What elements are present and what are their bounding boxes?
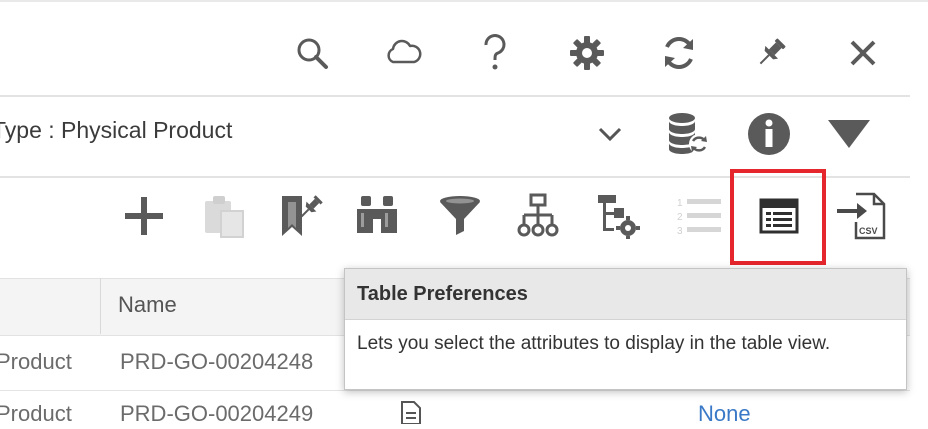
add-icon[interactable] (120, 190, 168, 242)
row-2-name[interactable]: PRD-GO-00204249 (120, 401, 313, 427)
export-csv-icon[interactable]: CSV (836, 190, 888, 242)
document-icon[interactable] (398, 400, 426, 425)
cloud-icon[interactable] (383, 33, 423, 73)
info-icon[interactable] (746, 111, 792, 157)
row-2-type: Product (0, 401, 72, 426)
column-divider[interactable] (100, 278, 101, 334)
row-divider (0, 390, 910, 391)
settings-gear-icon[interactable] (567, 33, 607, 73)
table-preferences-tooltip: Table Preferences Lets you select the at… (344, 268, 907, 390)
svg-text:1: 1 (677, 198, 683, 209)
table-preferences-highlight (730, 169, 826, 265)
close-icon[interactable] (843, 33, 883, 73)
row-2-none-link[interactable]: None (698, 401, 751, 427)
hierarchy-icon[interactable] (514, 190, 562, 242)
tooltip-header: Table Preferences (345, 269, 906, 320)
chevron-down-icon[interactable] (594, 118, 626, 150)
pin-icon[interactable] (751, 33, 791, 73)
tree-settings-icon[interactable] (594, 190, 642, 242)
search-icon[interactable] (292, 33, 332, 73)
database-sync-icon[interactable] (664, 110, 712, 158)
tooltip-title: Table Preferences (357, 283, 528, 305)
numbered-list-icon: 1 2 3 (675, 190, 723, 242)
type-label: Type : Physical Product (0, 117, 233, 143)
binoculars-icon[interactable] (353, 190, 401, 242)
refresh-icon[interactable] (659, 33, 699, 73)
paste-icon (199, 190, 247, 242)
filter-funnel-icon[interactable] (436, 190, 484, 242)
bookmark-pin-icon[interactable] (276, 190, 324, 242)
svg-text:3: 3 (677, 226, 683, 237)
row-1-name[interactable]: PRD-GO-00204248 (120, 349, 313, 375)
svg-text:2: 2 (677, 212, 683, 223)
tooltip-body: Lets you select the attributes to displa… (357, 333, 831, 354)
header-bar (0, 0, 928, 96)
filter-triangle-icon[interactable] (826, 116, 872, 152)
row-1-type: Product (0, 349, 72, 374)
help-icon[interactable] (475, 33, 515, 73)
column-header-name[interactable]: Name (118, 292, 177, 318)
csv-badge: CSV (859, 226, 878, 236)
